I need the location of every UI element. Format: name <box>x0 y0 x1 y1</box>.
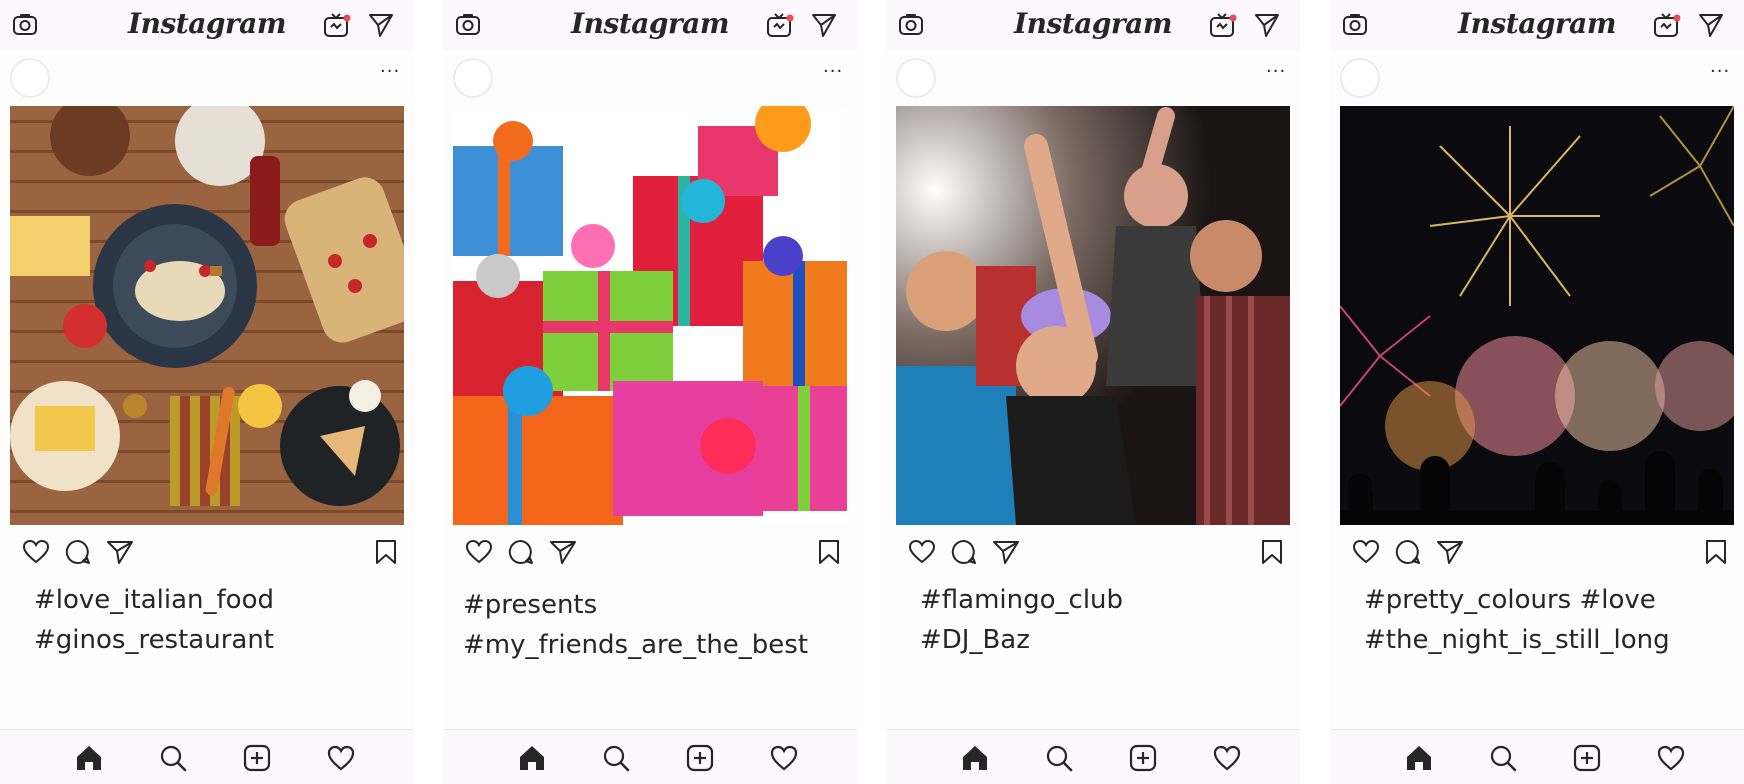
heart-icon[interactable] <box>465 538 493 566</box>
direct-message-icon[interactable] <box>1254 12 1280 38</box>
home-icon[interactable] <box>1404 743 1434 773</box>
post-header: ... <box>1330 50 1744 106</box>
home-icon[interactable] <box>517 743 547 773</box>
search-icon[interactable] <box>1488 743 1518 773</box>
heart-icon[interactable] <box>22 538 50 566</box>
direct-message-icon[interactable] <box>811 12 837 38</box>
new-post-icon[interactable] <box>1128 743 1158 773</box>
hashtag-line[interactable]: #pretty_colours #love <box>1364 580 1734 620</box>
hashtag-line[interactable]: #DJ_Baz <box>920 620 1290 660</box>
share-icon[interactable] <box>992 538 1020 566</box>
direct-message-icon[interactable] <box>368 12 394 38</box>
hashtag-line[interactable]: #ginos_restaurant <box>34 620 404 660</box>
search-icon[interactable] <box>601 743 631 773</box>
hashtag-line[interactable]: #presents <box>463 585 833 625</box>
share-icon[interactable] <box>549 538 577 566</box>
gift-boxes-photo[interactable] <box>453 106 847 525</box>
home-icon[interactable] <box>960 743 990 773</box>
post-header: ... <box>443 50 857 106</box>
more-options-icon[interactable]: ... <box>380 56 400 77</box>
post-screen-4: Instagram ... #pretty_colours #love #the… <box>1330 0 1744 784</box>
top-bar: Instagram <box>886 0 1300 51</box>
post-actions <box>0 530 414 576</box>
fireworks-photo[interactable] <box>1340 106 1734 525</box>
hashtag-line[interactable]: #the_night_is_still_long <box>1364 620 1734 660</box>
bottom-nav <box>1330 729 1744 784</box>
instagram-logo: Instagram <box>1458 7 1616 40</box>
avatar[interactable] <box>1340 58 1380 98</box>
igtv-icon[interactable] <box>766 12 794 38</box>
comment-icon[interactable] <box>1394 538 1422 566</box>
hashtag-line[interactable]: #flamingo_club <box>920 580 1290 620</box>
igtv-icon[interactable] <box>1653 12 1681 38</box>
heart-icon[interactable] <box>908 538 936 566</box>
post-header: ... <box>886 50 1300 106</box>
hashtag-line[interactable]: #my_friends_are_the_best <box>463 625 833 665</box>
top-bar: Instagram <box>0 0 414 51</box>
igtv-icon[interactable] <box>323 12 351 38</box>
search-icon[interactable] <box>158 743 188 773</box>
post-caption: #presents #my_friends_are_the_best <box>463 585 833 665</box>
more-options-icon[interactable]: ... <box>1266 56 1286 77</box>
search-icon[interactable] <box>1044 743 1074 773</box>
post-caption: #flamingo_club #DJ_Baz <box>920 580 1290 660</box>
hashtag-line[interactable]: #love_italian_food <box>34 580 404 620</box>
heart-icon[interactable] <box>1352 538 1380 566</box>
avatar[interactable] <box>453 58 493 98</box>
bottom-nav <box>0 729 414 784</box>
new-post-icon[interactable] <box>242 743 272 773</box>
post-actions <box>886 530 1300 576</box>
comment-icon[interactable] <box>950 538 978 566</box>
activity-heart-icon[interactable] <box>1656 743 1686 773</box>
avatar[interactable] <box>10 58 50 98</box>
top-bar: Instagram <box>443 0 857 51</box>
direct-message-icon[interactable] <box>1698 12 1724 38</box>
instagram-logo: Instagram <box>1014 7 1172 40</box>
post-actions <box>443 530 857 576</box>
post-screen-2: Instagram ... #presents #my_friends_are_… <box>443 0 857 784</box>
comment-icon[interactable] <box>64 538 92 566</box>
top-bar: Instagram <box>1330 0 1744 51</box>
activity-heart-icon[interactable] <box>326 743 356 773</box>
bottom-nav <box>443 729 857 784</box>
post-actions <box>1330 530 1744 576</box>
more-options-icon[interactable]: ... <box>823 56 843 77</box>
comment-icon[interactable] <box>507 538 535 566</box>
share-icon[interactable] <box>106 538 134 566</box>
post-screen-1: Instagram ... #love_italian_food #ginos_… <box>0 0 414 784</box>
home-icon[interactable] <box>74 743 104 773</box>
post-screen-3: Instagram ... #flamingo_club #DJ_Baz <box>886 0 1300 784</box>
share-icon[interactable] <box>1436 538 1464 566</box>
post-header: ... <box>0 50 414 106</box>
bookmark-icon[interactable] <box>372 538 400 566</box>
food-spread-photo[interactable] <box>10 106 404 525</box>
bottom-nav <box>886 729 1300 784</box>
new-post-icon[interactable] <box>685 743 715 773</box>
dancing-party-photo[interactable] <box>896 106 1290 525</box>
bookmark-icon[interactable] <box>1702 538 1730 566</box>
igtv-icon[interactable] <box>1209 12 1237 38</box>
instagram-logo: Instagram <box>571 7 729 40</box>
avatar[interactable] <box>896 58 936 98</box>
post-caption: #love_italian_food #ginos_restaurant <box>34 580 404 660</box>
bookmark-icon[interactable] <box>1258 538 1286 566</box>
activity-heart-icon[interactable] <box>769 743 799 773</box>
bookmark-icon[interactable] <box>815 538 843 566</box>
post-caption: #pretty_colours #love #the_night_is_stil… <box>1364 580 1734 660</box>
activity-heart-icon[interactable] <box>1212 743 1242 773</box>
new-post-icon[interactable] <box>1572 743 1602 773</box>
more-options-icon[interactable]: ... <box>1710 56 1730 77</box>
instagram-logo: Instagram <box>128 7 286 40</box>
